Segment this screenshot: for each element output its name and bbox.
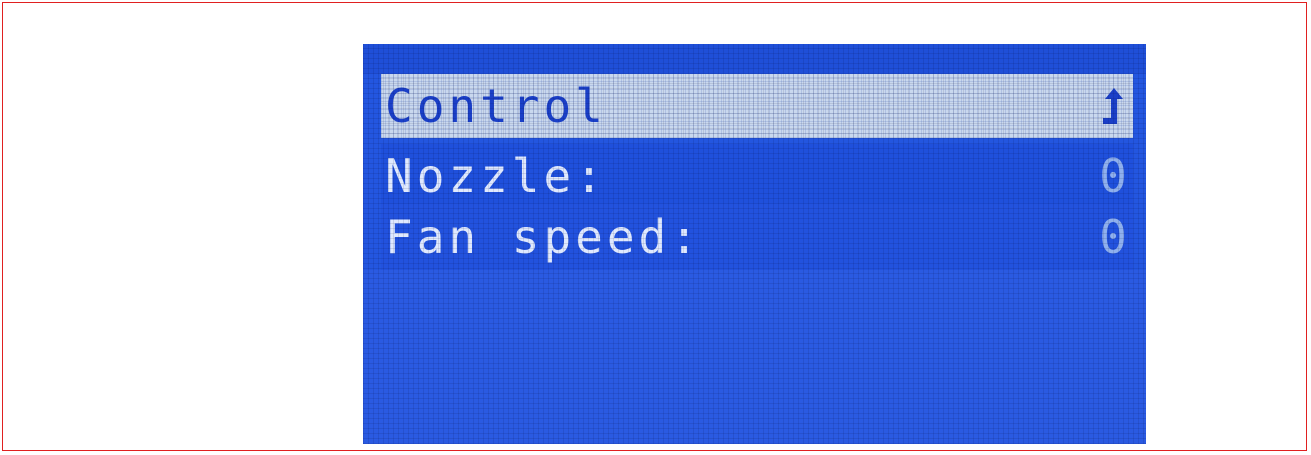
lcd-top-band: [363, 44, 1146, 74]
nozzle-value: 0: [1099, 149, 1127, 203]
menu-item-label: Control: [385, 79, 607, 133]
fan-speed-value: 0: [1099, 210, 1127, 264]
menu-item-label: Fan speed:: [385, 210, 702, 264]
menu-item-fan-speed[interactable]: Fan speed: 0: [381, 204, 1133, 270]
menu-item-nozzle[interactable]: Nozzle: 0: [381, 144, 1133, 208]
back-arrow-icon: [1101, 84, 1127, 128]
lcd-display: Control Nozzle: 0 Fan speed: 0: [363, 44, 1146, 444]
menu-item-control[interactable]: Control: [381, 74, 1133, 138]
menu-item-label: Nozzle:: [385, 149, 607, 203]
lcd-empty-area: [363, 270, 1146, 444]
image-frame: Control Nozzle: 0 Fan speed: 0: [2, 2, 1307, 451]
